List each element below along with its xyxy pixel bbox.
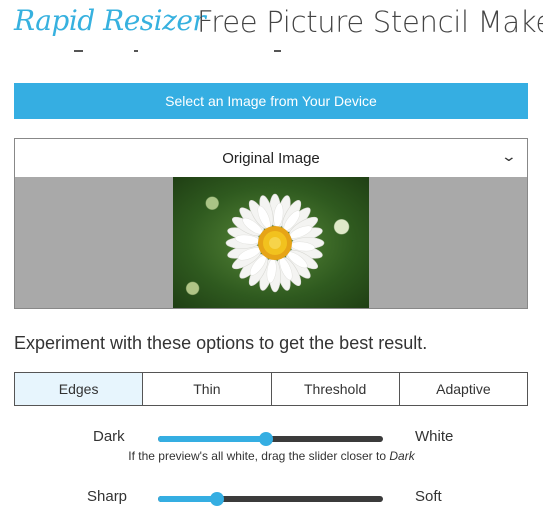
view-dropdown-value: Original Image [222, 149, 320, 167]
sharpness-slider-fill [158, 496, 217, 502]
daisy-photo [173, 177, 369, 308]
instruction-text: Experiment with these options to get the… [14, 333, 428, 353]
tab-threshold[interactable]: Threshold [270, 372, 400, 406]
darkness-slider[interactable] [158, 432, 383, 446]
darkness-slider-handle[interactable] [259, 432, 273, 446]
daisy-flower-image [225, 193, 325, 293]
header: Rapid Resizer Free Picture Stencil Maker [0, 0, 543, 48]
sharp-label: Sharp [87, 488, 128, 505]
page-title: Free Picture Stencil Maker [197, 5, 543, 39]
slider-hint: If the preview's all white, drag the sli… [0, 449, 543, 463]
chevron-down-icon: ⌄ [500, 148, 518, 164]
tab-edges[interactable]: Edges [14, 372, 144, 406]
image-preview [14, 177, 528, 309]
hint-text: If the preview's all white, drag the sli… [128, 449, 390, 463]
tab-adaptive[interactable]: Adaptive [398, 372, 528, 406]
white-label: White [415, 428, 454, 445]
view-dropdown[interactable]: Original Image ⌄ [14, 138, 528, 178]
tab-thin[interactable]: Thin [142, 372, 272, 406]
darkness-slider-row: Dark White [0, 425, 543, 449]
soft-label: Soft [415, 488, 442, 505]
mode-tabs: Edges Thin Threshold Adaptive [14, 372, 528, 406]
dark-label: Dark [93, 428, 125, 445]
logo[interactable]: Rapid Resizer [14, 4, 206, 37]
sharpness-slider-handle[interactable] [209, 492, 224, 506]
sharpness-slider-row: Sharp Soft [0, 485, 543, 509]
cut-off-text [16, 50, 528, 64]
sharpness-slider[interactable] [158, 492, 383, 506]
darkness-slider-fill [158, 436, 266, 442]
select-image-button[interactable]: Select an Image from Your Device [14, 83, 528, 119]
hint-emphasis: Dark [389, 449, 415, 463]
